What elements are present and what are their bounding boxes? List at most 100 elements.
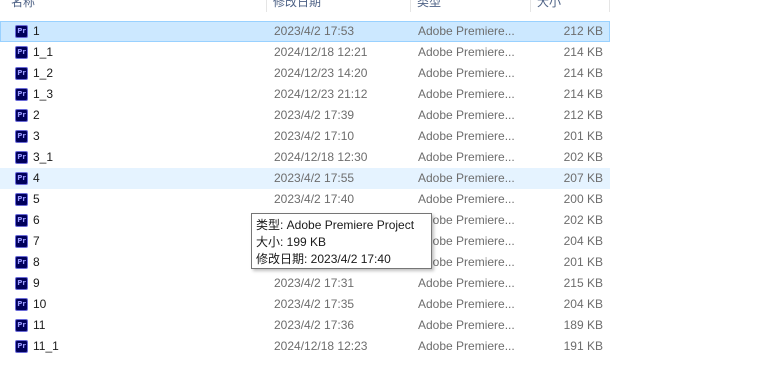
tooltip-date-line: 修改日期: 2023/4/2 17:40 xyxy=(256,252,391,266)
file-size: 202 KB xyxy=(563,150,603,164)
column-header: 名称 修改日期 类型 大小 xyxy=(0,0,610,12)
file-row[interactable]: Pr 11_1 2024/12/18 12:23 Adobe Premiere... 1… xyxy=(0,336,610,357)
file-name: 8 xyxy=(33,255,40,269)
file-name: 10 xyxy=(33,297,47,311)
file-info-tooltip: 类型: Adobe Premiere Project 大小: 199 KB 修改… xyxy=(251,213,432,269)
file-size: 202 KB xyxy=(563,213,603,227)
file-size: 191 KB xyxy=(563,339,603,353)
file-type: Adobe Premiere... xyxy=(418,108,515,122)
file-row[interactable]: Pr 1_3 2024/12/23 21:12 Adobe Premiere... 21… xyxy=(0,84,610,105)
file-row[interactable]: Pr 11 2023/4/2 17:36 Adobe Premiere... 189 K… xyxy=(0,315,610,336)
file-type: Adobe Premiere... xyxy=(418,213,515,227)
file-type: Adobe Premiere... xyxy=(418,87,515,101)
file-type: Adobe Premiere... xyxy=(418,255,515,269)
file-type: Adobe Premiere... xyxy=(418,150,515,164)
premiere-pro-file-icon: Pr xyxy=(15,193,28,206)
column-divider[interactable] xyxy=(410,0,411,12)
file-type: Adobe Premiere... xyxy=(418,297,515,311)
column-header-name[interactable]: 名称 xyxy=(11,0,35,12)
file-list: Pr 1 2023/4/2 17:53 Adobe Premiere... 212 KB… xyxy=(0,21,610,357)
premiere-pro-file-icon: Pr xyxy=(15,151,28,164)
file-type: Adobe Premiere... xyxy=(418,192,515,206)
file-modified-date: 2023/4/2 17:53 xyxy=(274,24,355,38)
file-type: Adobe Premiere... xyxy=(418,276,515,290)
premiere-pro-file-icon: Pr xyxy=(15,340,28,353)
file-type: Adobe Premiere... xyxy=(418,339,515,353)
file-size: 201 KB xyxy=(563,255,603,269)
premiere-pro-file-icon: Pr xyxy=(15,214,28,227)
file-size: 207 KB xyxy=(563,171,603,185)
file-type: Adobe Premiere... xyxy=(418,171,515,185)
file-size: 201 KB xyxy=(563,129,603,143)
file-name: 7 xyxy=(33,234,40,248)
file-size: 189 KB xyxy=(563,318,603,332)
premiere-pro-file-icon: Pr xyxy=(15,46,28,59)
file-row[interactable]: Pr 9 2023/4/2 17:31 Adobe Premiere... 215 KB xyxy=(0,273,610,294)
file-name: 9 xyxy=(33,276,40,290)
file-name: 11 xyxy=(33,318,46,332)
premiere-pro-file-icon: Pr xyxy=(15,256,28,269)
file-size: 212 KB xyxy=(563,108,603,122)
premiere-pro-file-icon: Pr xyxy=(15,130,28,143)
file-modified-date: 2023/4/2 17:10 xyxy=(274,129,355,143)
file-row[interactable]: Pr 5 2023/4/2 17:40 Adobe Premiere... 200 KB xyxy=(0,189,610,210)
file-modified-date: 2024/12/18 12:30 xyxy=(274,150,368,164)
file-size: 215 KB xyxy=(563,276,603,290)
premiere-pro-file-icon: Pr xyxy=(15,25,28,38)
file-size: 214 KB xyxy=(563,87,603,101)
file-type: Adobe Premiere... xyxy=(418,24,515,38)
file-row[interactable]: Pr 10 2023/4/2 17:35 Adobe Premiere... 204 K… xyxy=(0,294,610,315)
file-modified-date: 2024/12/18 12:23 xyxy=(274,339,368,353)
file-row[interactable]: Pr 2 2023/4/2 17:39 Adobe Premiere... 212 KB xyxy=(0,105,610,126)
file-row[interactable]: Pr 1_1 2024/12/18 12:21 Adobe Premiere... 21… xyxy=(0,42,610,63)
premiere-pro-file-icon: Pr xyxy=(15,277,28,290)
file-name: 2 xyxy=(33,108,40,122)
file-name: 5 xyxy=(33,192,40,206)
file-type: Adobe Premiere... xyxy=(418,129,515,143)
column-header-size[interactable]: 大小 xyxy=(537,0,561,12)
premiere-pro-file-icon: Pr xyxy=(15,67,28,80)
premiere-pro-file-icon: Pr xyxy=(15,298,28,311)
tooltip-type-line: 类型: Adobe Premiere Project xyxy=(256,218,415,232)
file-modified-date: 2023/4/2 17:55 xyxy=(274,171,355,185)
premiere-pro-file-icon: Pr xyxy=(15,172,28,185)
file-size: 214 KB xyxy=(563,66,603,80)
file-row[interactable]: Pr 3 2023/4/2 17:10 Adobe Premiere... 201 KB xyxy=(0,126,610,147)
file-modified-date: 2023/4/2 17:40 xyxy=(274,192,355,206)
file-size: 204 KB xyxy=(563,234,603,248)
file-size: 200 KB xyxy=(563,192,603,206)
file-modified-date: 2024/12/23 21:12 xyxy=(274,87,368,101)
premiere-pro-file-icon: Pr xyxy=(15,88,28,101)
file-name: 1_3 xyxy=(33,87,54,101)
tooltip-size-line: 大小: 199 KB xyxy=(256,235,327,249)
file-name: 1_2 xyxy=(33,66,54,80)
file-type: Adobe Premiere... xyxy=(418,318,515,332)
premiere-pro-file-icon: Pr xyxy=(15,235,28,248)
premiere-pro-file-icon: Pr xyxy=(15,109,28,122)
file-modified-date: 2023/4/2 17:36 xyxy=(274,318,355,332)
file-type: Adobe Premiere... xyxy=(418,45,515,59)
column-divider[interactable] xyxy=(530,0,531,12)
file-row[interactable]: Pr 3_1 2024/12/18 12:30 Adobe Premiere... 20… xyxy=(0,147,610,168)
file-name: 4 xyxy=(33,171,40,185)
file-modified-date: 2023/4/2 17:35 xyxy=(274,297,355,311)
file-row[interactable]: Pr 4 2023/4/2 17:55 Adobe Premiere... 207 KB xyxy=(0,168,610,189)
file-type: Adobe Premiere... xyxy=(418,234,515,248)
file-row[interactable]: Pr 1 2023/4/2 17:53 Adobe Premiere... 212 KB xyxy=(0,21,610,42)
file-name: 1_1 xyxy=(33,45,54,59)
file-size: 204 KB xyxy=(563,297,603,311)
file-type: Adobe Premiere... xyxy=(418,66,515,80)
file-modified-date: 2023/4/2 17:39 xyxy=(274,108,355,122)
file-name: 6 xyxy=(33,213,40,227)
column-divider[interactable] xyxy=(266,0,267,12)
file-name: 3_1 xyxy=(33,150,54,164)
column-header-type[interactable]: 类型 xyxy=(417,0,441,12)
file-size: 214 KB xyxy=(563,45,603,59)
file-name: 1 xyxy=(33,24,40,38)
premiere-pro-file-icon: Pr xyxy=(15,319,28,332)
file-name: 11_1 xyxy=(33,339,59,353)
column-divider[interactable] xyxy=(609,0,610,12)
column-header-date[interactable]: 修改日期 xyxy=(273,0,321,12)
file-size: 212 KB xyxy=(563,24,603,38)
file-row[interactable]: Pr 1_2 2024/12/23 14:20 Adobe Premiere... 21… xyxy=(0,63,610,84)
